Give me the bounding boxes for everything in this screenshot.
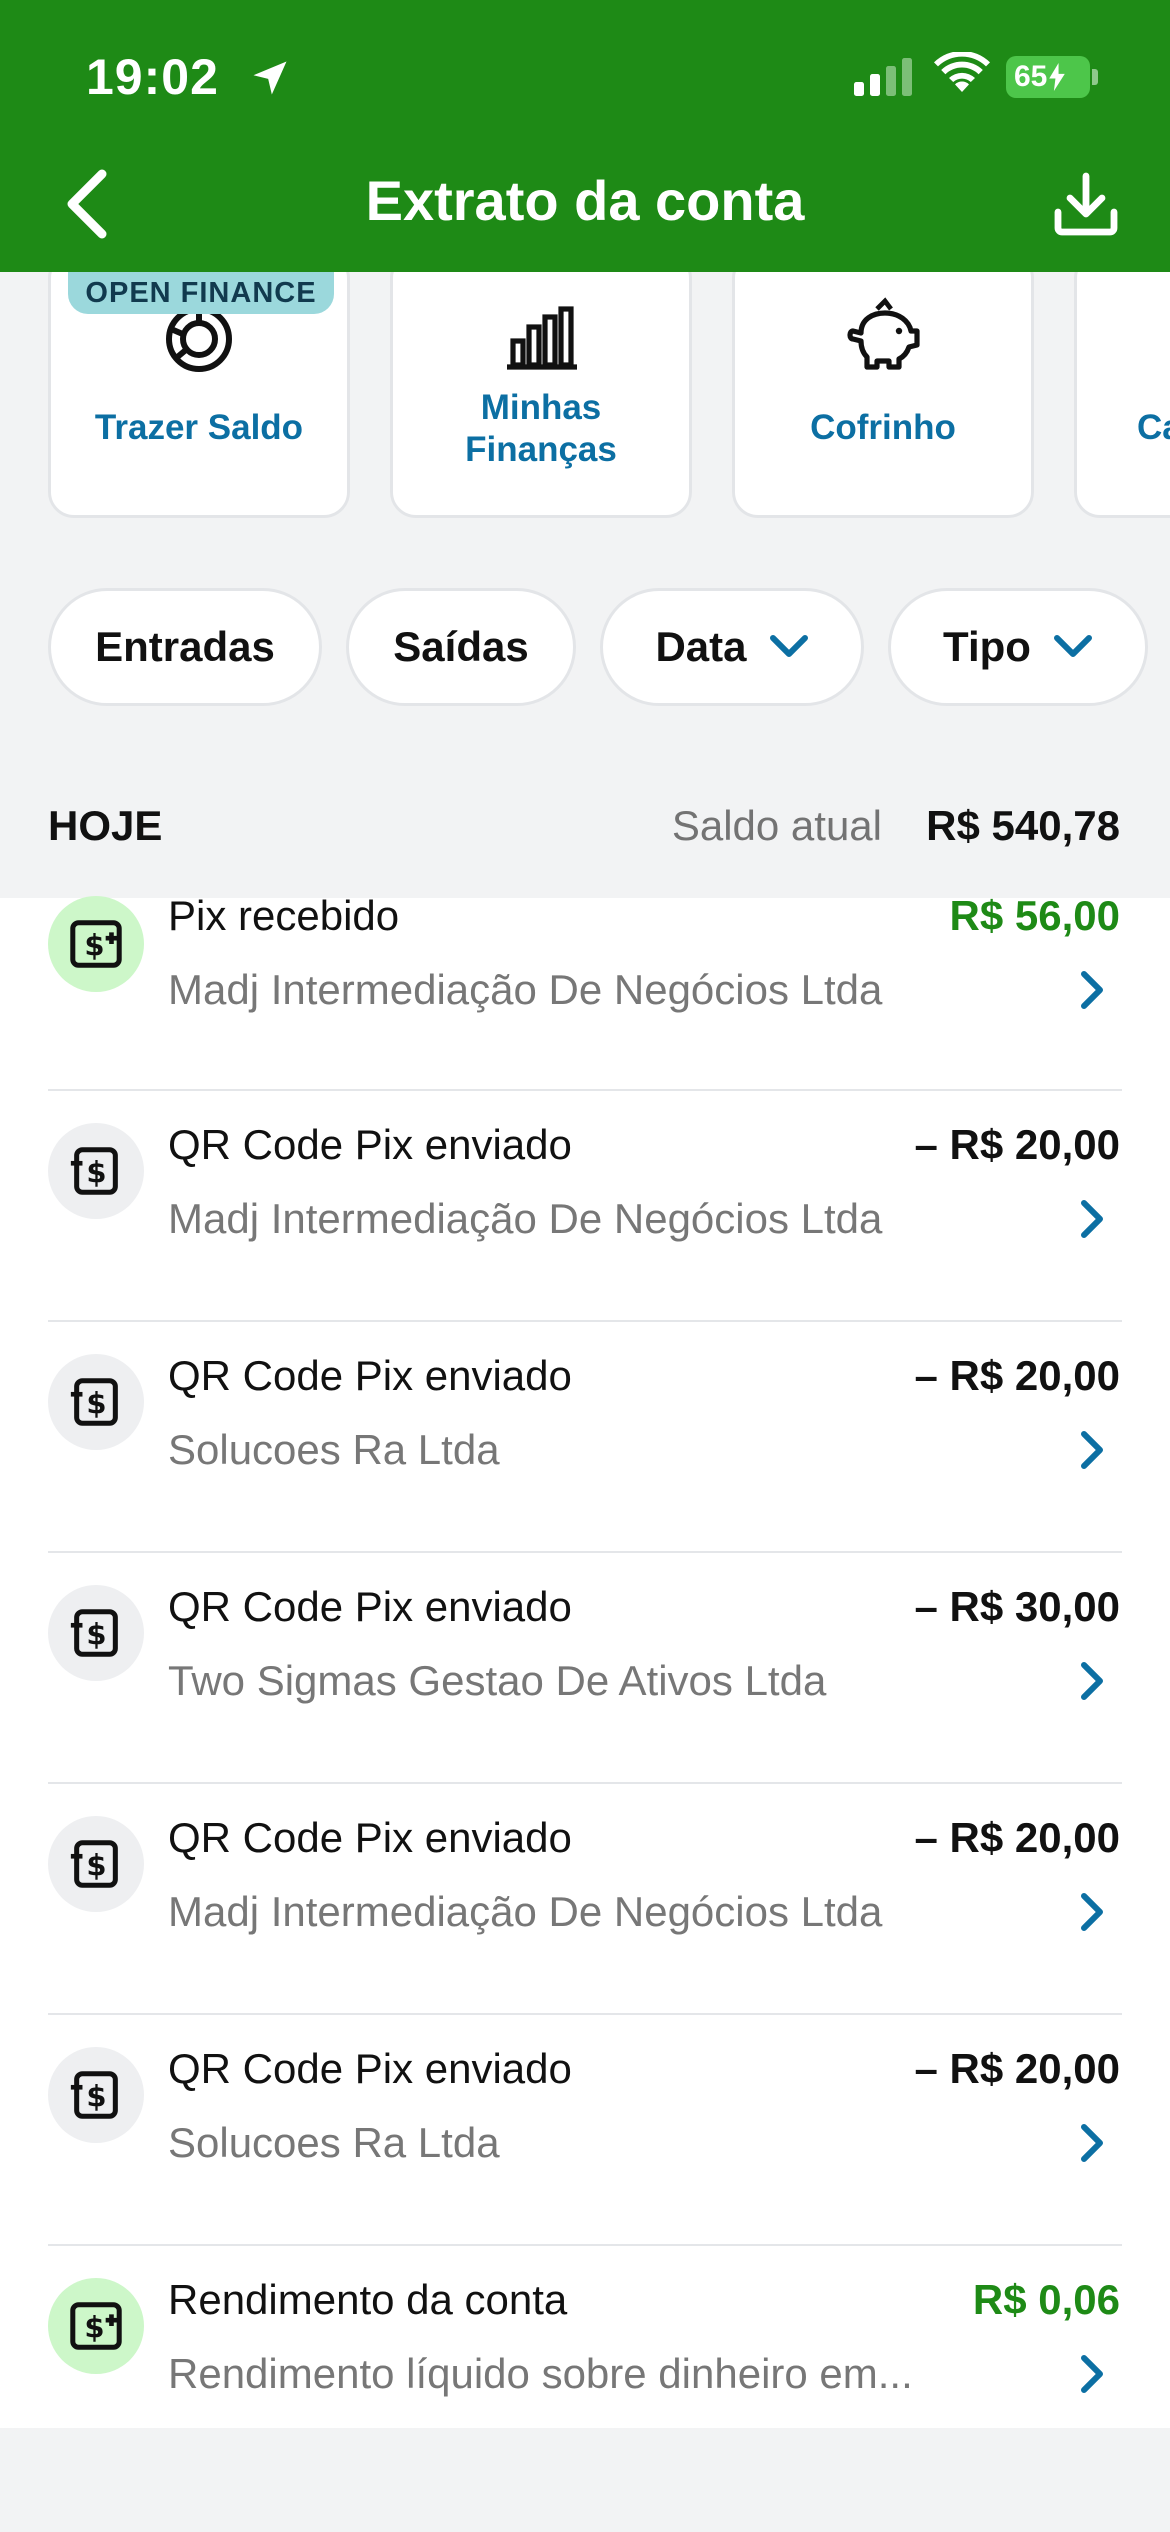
location-arrow-icon [253,61,287,95]
money-in-icon: $ [70,920,122,968]
transaction-icon: $ [48,1816,144,1912]
transaction-icon: $ [48,896,144,992]
balance-label: Saldo atual [671,802,882,849]
transaction-icon: $ [48,1123,144,1219]
transaction-amount: – R$ 30,00 [914,1583,1121,1630]
charging-bolt-icon [1049,63,1066,91]
card-cofrinho[interactable]: Cofrinho [732,272,1034,518]
card-label: Minhas Finanças [393,387,689,471]
transaction-amount: – R$ 20,00 [914,1352,1121,1399]
transaction-amount: R$ 56,00 [949,892,1120,939]
money-out-icon: $ [70,2071,118,2119]
open-finance-badge: OPEN FINANCE [68,272,334,314]
transaction-title: Pix recebido [168,892,400,939]
svg-text:$: $ [84,929,104,963]
transaction-amount: R$ 0,06 [972,2276,1120,2323]
svg-text:$: $ [86,2080,106,2114]
transaction-title: QR Code Pix enviado [168,1583,572,1630]
chevron-right-icon [1081,1431,1103,1469]
filter-entradas[interactable]: Entradas [48,588,322,706]
page-title: Extrato da conta [365,169,805,232]
transaction-amount: – R$ 20,00 [914,2045,1121,2092]
filter-saidas[interactable]: Saídas [346,588,576,706]
bottom-background [0,2428,1170,2532]
card-label: Ca [1137,408,1170,447]
transaction-row[interactable]: $ QR Code Pix enviado Madj Intermediação… [0,1784,1170,2015]
card-label: Trazer Saldo [94,408,304,447]
transaction-title: QR Code Pix enviado [168,1121,572,1168]
download-icon[interactable] [1052,170,1120,238]
chevron-right-icon [1081,2355,1103,2393]
svg-text:$: $ [86,1618,106,1652]
chevron-right-icon [1081,1893,1103,1931]
transaction-row[interactable]: $ QR Code Pix enviado Solucoes Ra Ltda –… [0,2015,1170,2246]
transaction-subtitle: Solucoes Ra Ltda [168,2119,500,2166]
money-out-icon: $ [70,1378,118,1426]
filter-label: Entradas [95,623,275,670]
balance-value: R$ 540,78 [926,802,1120,849]
bar-chart-icon [507,306,577,370]
transaction-subtitle: Madj Intermediação De Negócios Ltda [168,1195,883,1242]
section-title: HOJE [48,802,163,849]
status-time: 19:02 [86,49,219,105]
transaction-subtitle: Solucoes Ra Ltda [168,1426,500,1473]
transaction-row[interactable]: $ QR Code Pix enviado Two Sigmas Gestao … [0,1553,1170,1784]
svg-text:$: $ [84,2311,104,2345]
transaction-amount: – R$ 20,00 [914,1814,1121,1861]
filter-label: Data [655,623,747,670]
filter-label: Saídas [393,623,529,670]
card-partial[interactable]: Ca [1074,272,1170,518]
piggy-bank-icon [847,297,920,370]
transaction-row[interactable]: $ QR Code Pix enviado Solucoes Ra Ltda –… [0,1322,1170,1553]
battery-level: 65 [1014,60,1048,93]
filter-label: Tipo [943,623,1031,670]
transaction-title: Rendimento da conta [168,2276,568,2323]
money-in-icon: $ [70,2302,122,2350]
transaction-icon: $ [48,1585,144,1681]
transaction-title: QR Code Pix enviado [168,2045,572,2092]
transaction-row[interactable]: $ Pix recebido Madj Intermediação De Neg… [0,860,1170,1091]
card-label-line: Minhas [480,388,602,427]
transaction-amount: – R$ 20,00 [914,1121,1121,1168]
money-out-icon: $ [70,1147,118,1195]
transaction-title: QR Code Pix enviado [168,1352,572,1399]
chevron-right-icon [1081,971,1103,1009]
money-out-icon: $ [70,1840,118,1888]
svg-text:$: $ [86,1156,106,1190]
filter-tipo[interactable]: Tipo [888,588,1148,706]
chevron-down-icon [1053,635,1092,657]
transaction-subtitle: Madj Intermediação De Negócios Ltda [168,1888,883,1935]
transactions-list: $ Pix recebido Madj Intermediação De Neg… [0,892,1170,2428]
cellular-signal-icon [854,58,912,96]
card-minhas-financas[interactable]: Minhas Finanças [390,272,692,518]
transaction-icon: $ [48,1354,144,1450]
shortcut-cards: Trazer Saldo Minhas Finanças Cofrinho Ca… [0,272,1170,550]
card-label-line: Finanças [465,430,617,469]
chevron-right-icon [1081,1662,1103,1700]
chevron-down-icon [769,635,808,657]
transaction-icon: $ [48,2278,144,2374]
transaction-row[interactable]: $ QR Code Pix enviado Madj Intermediação… [0,1091,1170,1322]
transaction-title: QR Code Pix enviado [168,1814,572,1861]
svg-text:$: $ [86,1387,106,1421]
filter-data[interactable]: Data [600,588,864,706]
card-label: Cofrinho [810,408,956,447]
battery-indicator: 65 [1006,56,1090,98]
transaction-icon: $ [48,2047,144,2143]
app-header: 19:02 65 Extrato da conta [0,0,1170,272]
chevron-right-icon [1081,2124,1103,2162]
battery-cap [1092,69,1098,85]
chevron-right-icon [1081,1200,1103,1238]
transaction-subtitle: Madj Intermediação De Negócios Ltda [168,966,883,1013]
svg-text:$: $ [86,1849,106,1883]
transaction-subtitle: Rendimento líquido sobre dinheiro em... [168,2350,913,2397]
money-out-icon: $ [70,1609,118,1657]
transaction-subtitle: Two Sigmas Gestao De Ativos Ltda [168,1657,827,1704]
wifi-icon [934,52,990,92]
